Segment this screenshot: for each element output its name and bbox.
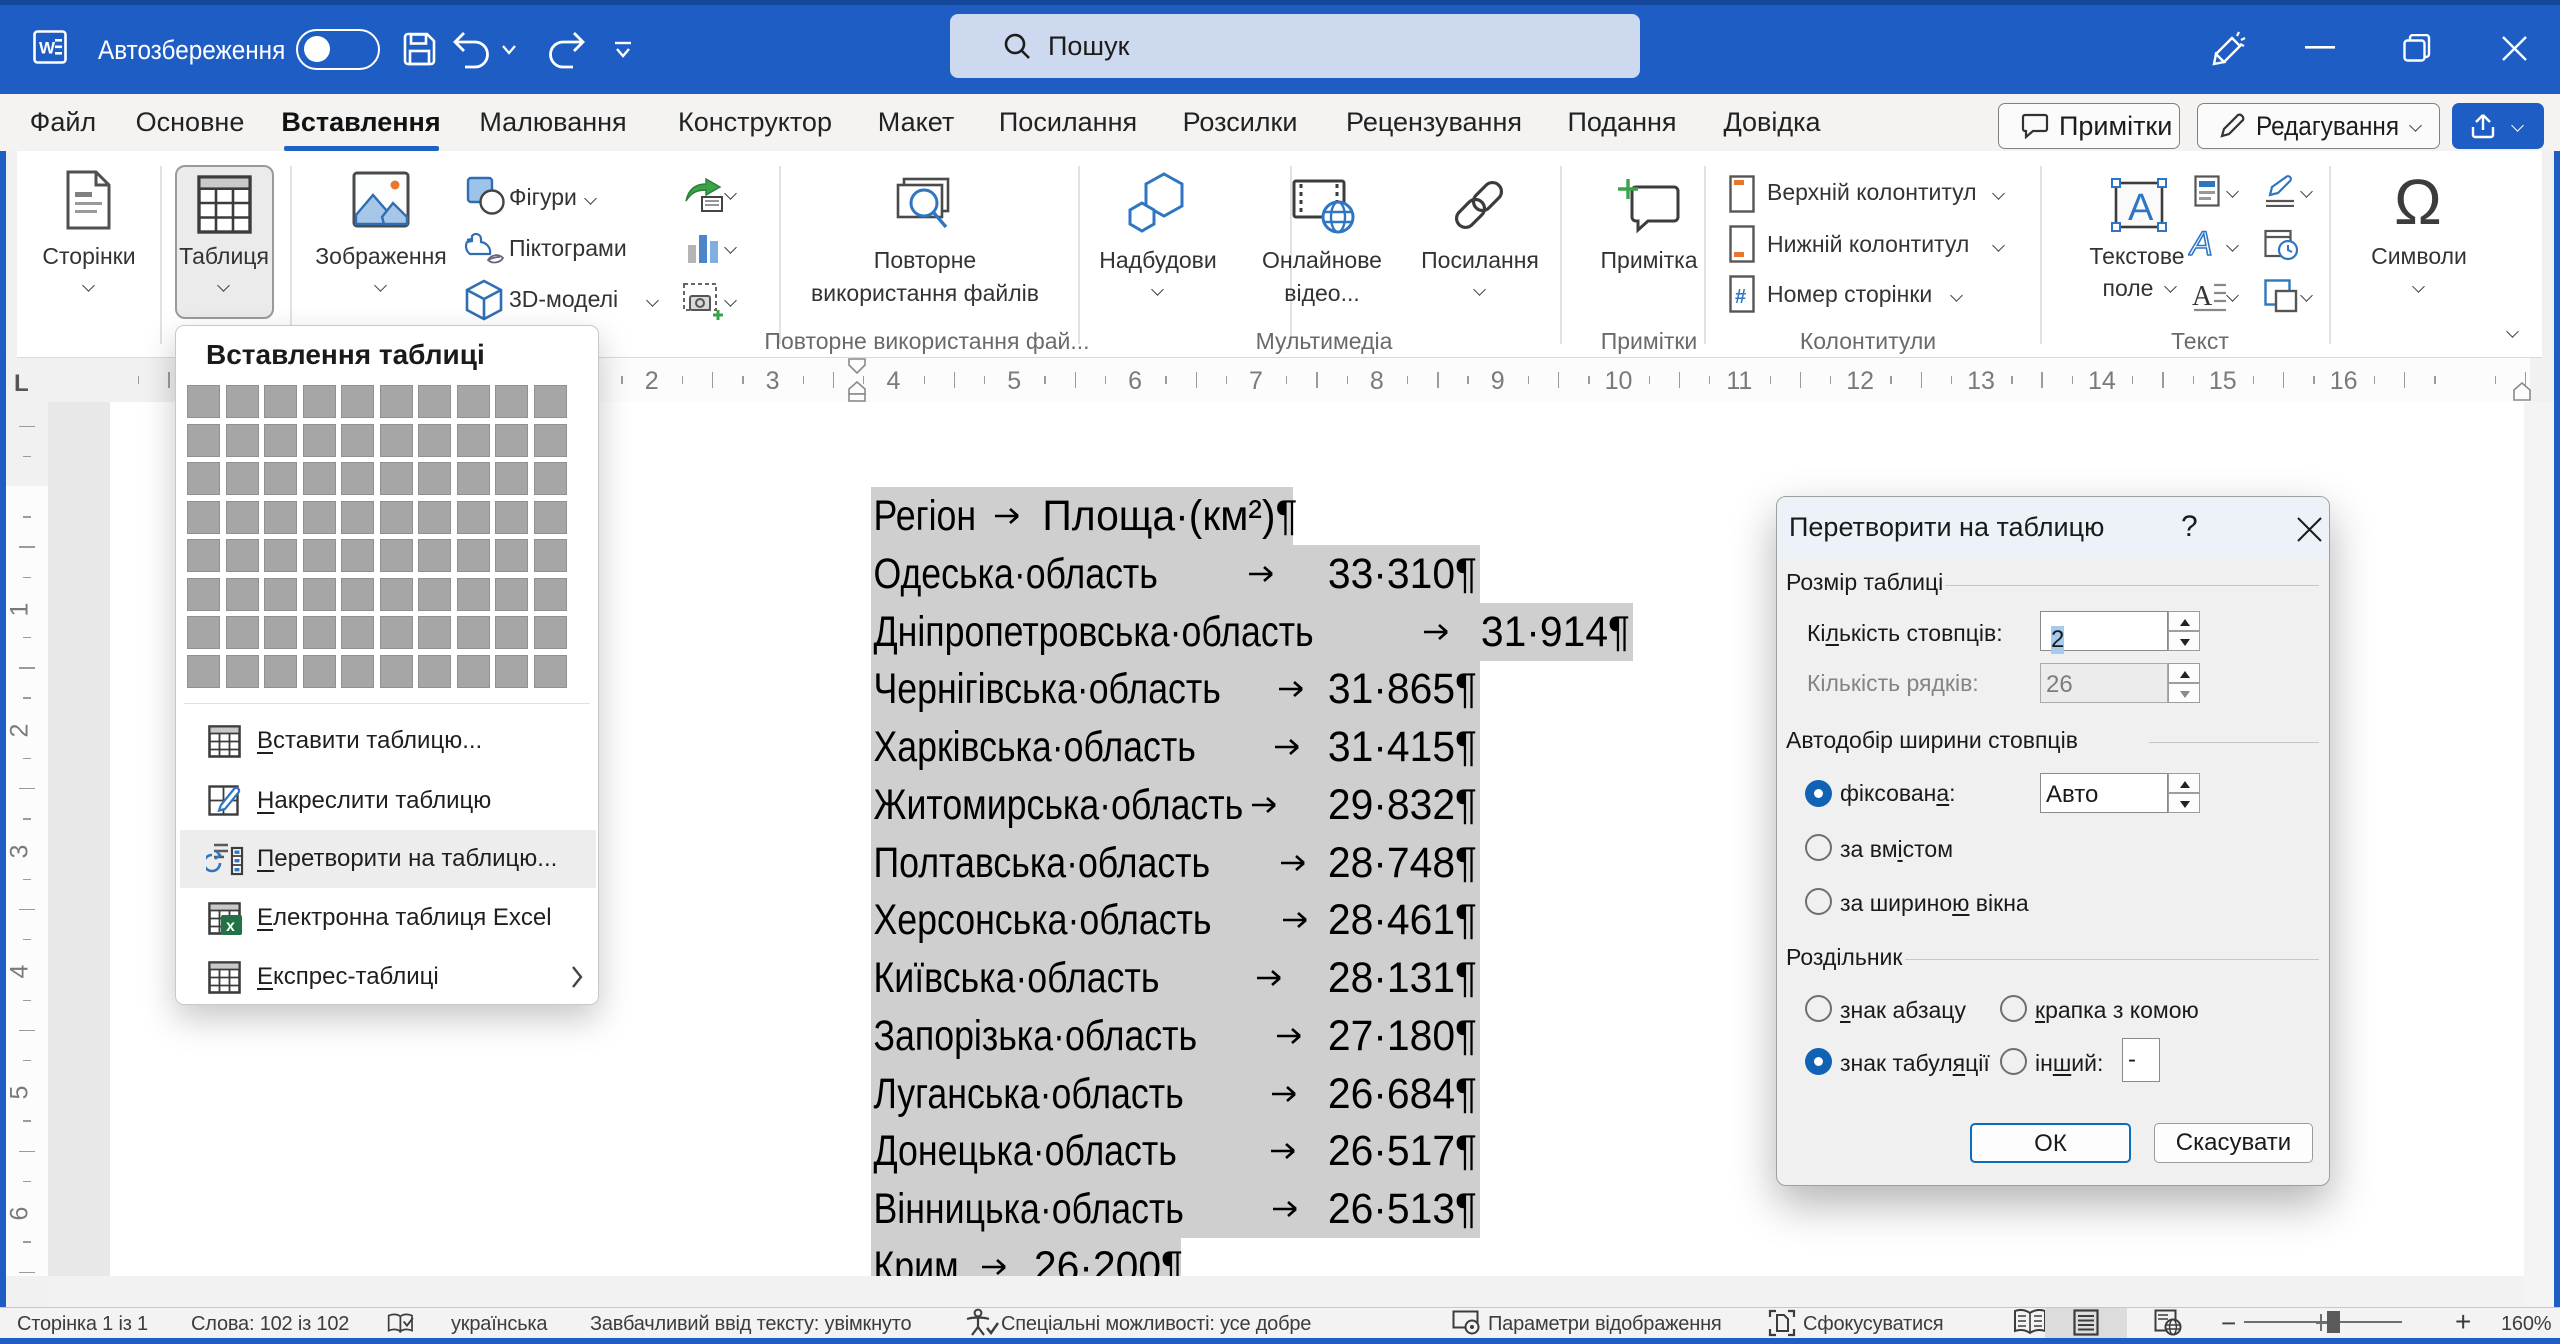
svg-text:A: A (2192, 281, 2213, 312)
svg-text:x: x (226, 918, 235, 935)
svg-text:#: # (1735, 286, 1746, 308)
svg-text:W: W (39, 39, 56, 58)
svg-text:A: A (2128, 187, 2154, 229)
svg-text:A: A (2188, 227, 2213, 261)
